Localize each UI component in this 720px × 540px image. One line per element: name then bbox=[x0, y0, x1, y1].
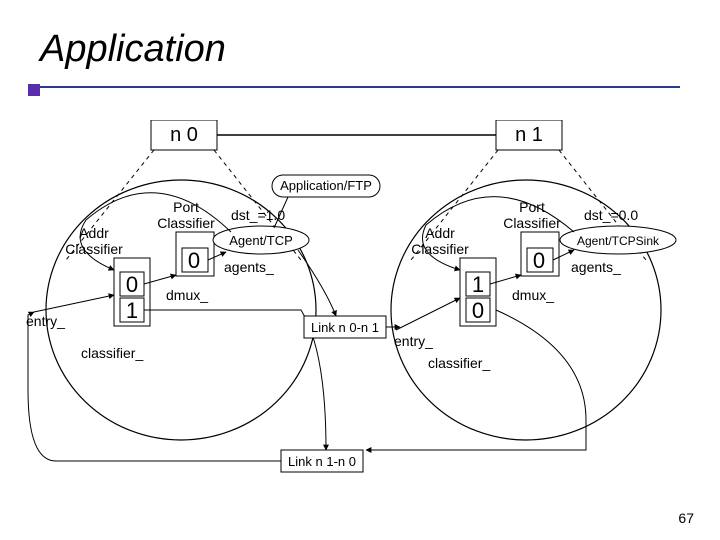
n1-classifier-label: classifier_ bbox=[428, 355, 490, 371]
n0-app-label: Application/FTP bbox=[280, 178, 372, 193]
slide-title: Application bbox=[40, 28, 226, 70]
n1-entry-arrow bbox=[396, 298, 460, 330]
node-n0-label: n 0 bbox=[170, 124, 198, 146]
n1-addr0-to-link bbox=[366, 310, 586, 450]
n0-addr-classifier-label-1: Addr bbox=[79, 225, 109, 241]
n1-agent-label: Agent/TCPSink bbox=[577, 234, 660, 248]
n1-port-classifier-label-2: Classifier bbox=[503, 215, 561, 231]
link-n1-n0-label: Link n 1-n 0 bbox=[288, 454, 356, 469]
n0-agents-label: agents_ bbox=[224, 259, 274, 275]
node-n1-label: n 1 bbox=[515, 124, 543, 146]
n1-addr-num-top: 1 bbox=[472, 272, 484, 297]
slide-root: Application 67 n 0 n 1 Port Classifier bbox=[0, 0, 720, 540]
n0-entry-label: entry_ bbox=[26, 313, 65, 329]
n0-port-classifier-label-2: Classifier bbox=[157, 215, 215, 231]
n0-classifier-label: classifier_ bbox=[81, 345, 143, 361]
n1-addr-num-bottom: 0 bbox=[472, 298, 484, 323]
n0-agent-to-link bbox=[298, 250, 336, 316]
link-n0-n1-label: Link n 0-n 1 bbox=[311, 320, 379, 335]
n0-port-num: 0 bbox=[188, 248, 200, 273]
n0-port-classifier-label-1: Port bbox=[173, 199, 199, 215]
n1-addr-classifier-label-1: Addr bbox=[425, 225, 455, 241]
n0-addr-classifier-label-2: Classifier bbox=[65, 241, 123, 257]
n1-port-num: 0 bbox=[533, 248, 545, 273]
n0-dmux-label: dmux_ bbox=[166, 287, 208, 303]
n0-addr-num-bottom: 1 bbox=[126, 298, 138, 323]
n1-entry-label: entry_ bbox=[394, 333, 433, 349]
n1-dst-label: dst_=0.0 bbox=[584, 207, 638, 223]
link10-to-n0-entry bbox=[28, 312, 281, 461]
n0-addr-num-top: 0 bbox=[126, 272, 138, 297]
title-wrap: Application bbox=[40, 28, 226, 71]
title-bullet-icon bbox=[28, 84, 40, 96]
n1-addr-classifier-label-2: Classifier bbox=[411, 241, 469, 257]
page-number: 67 bbox=[678, 510, 694, 526]
n1-agents-label: agents_ bbox=[571, 259, 621, 275]
diagram-svg: n 0 n 1 Port Classifier 0 Addr Classifie… bbox=[26, 120, 706, 500]
n1-dmux-label: dmux_ bbox=[512, 287, 554, 303]
n0-agent-label: Agent/TCP bbox=[229, 233, 293, 248]
title-underline bbox=[40, 86, 680, 88]
